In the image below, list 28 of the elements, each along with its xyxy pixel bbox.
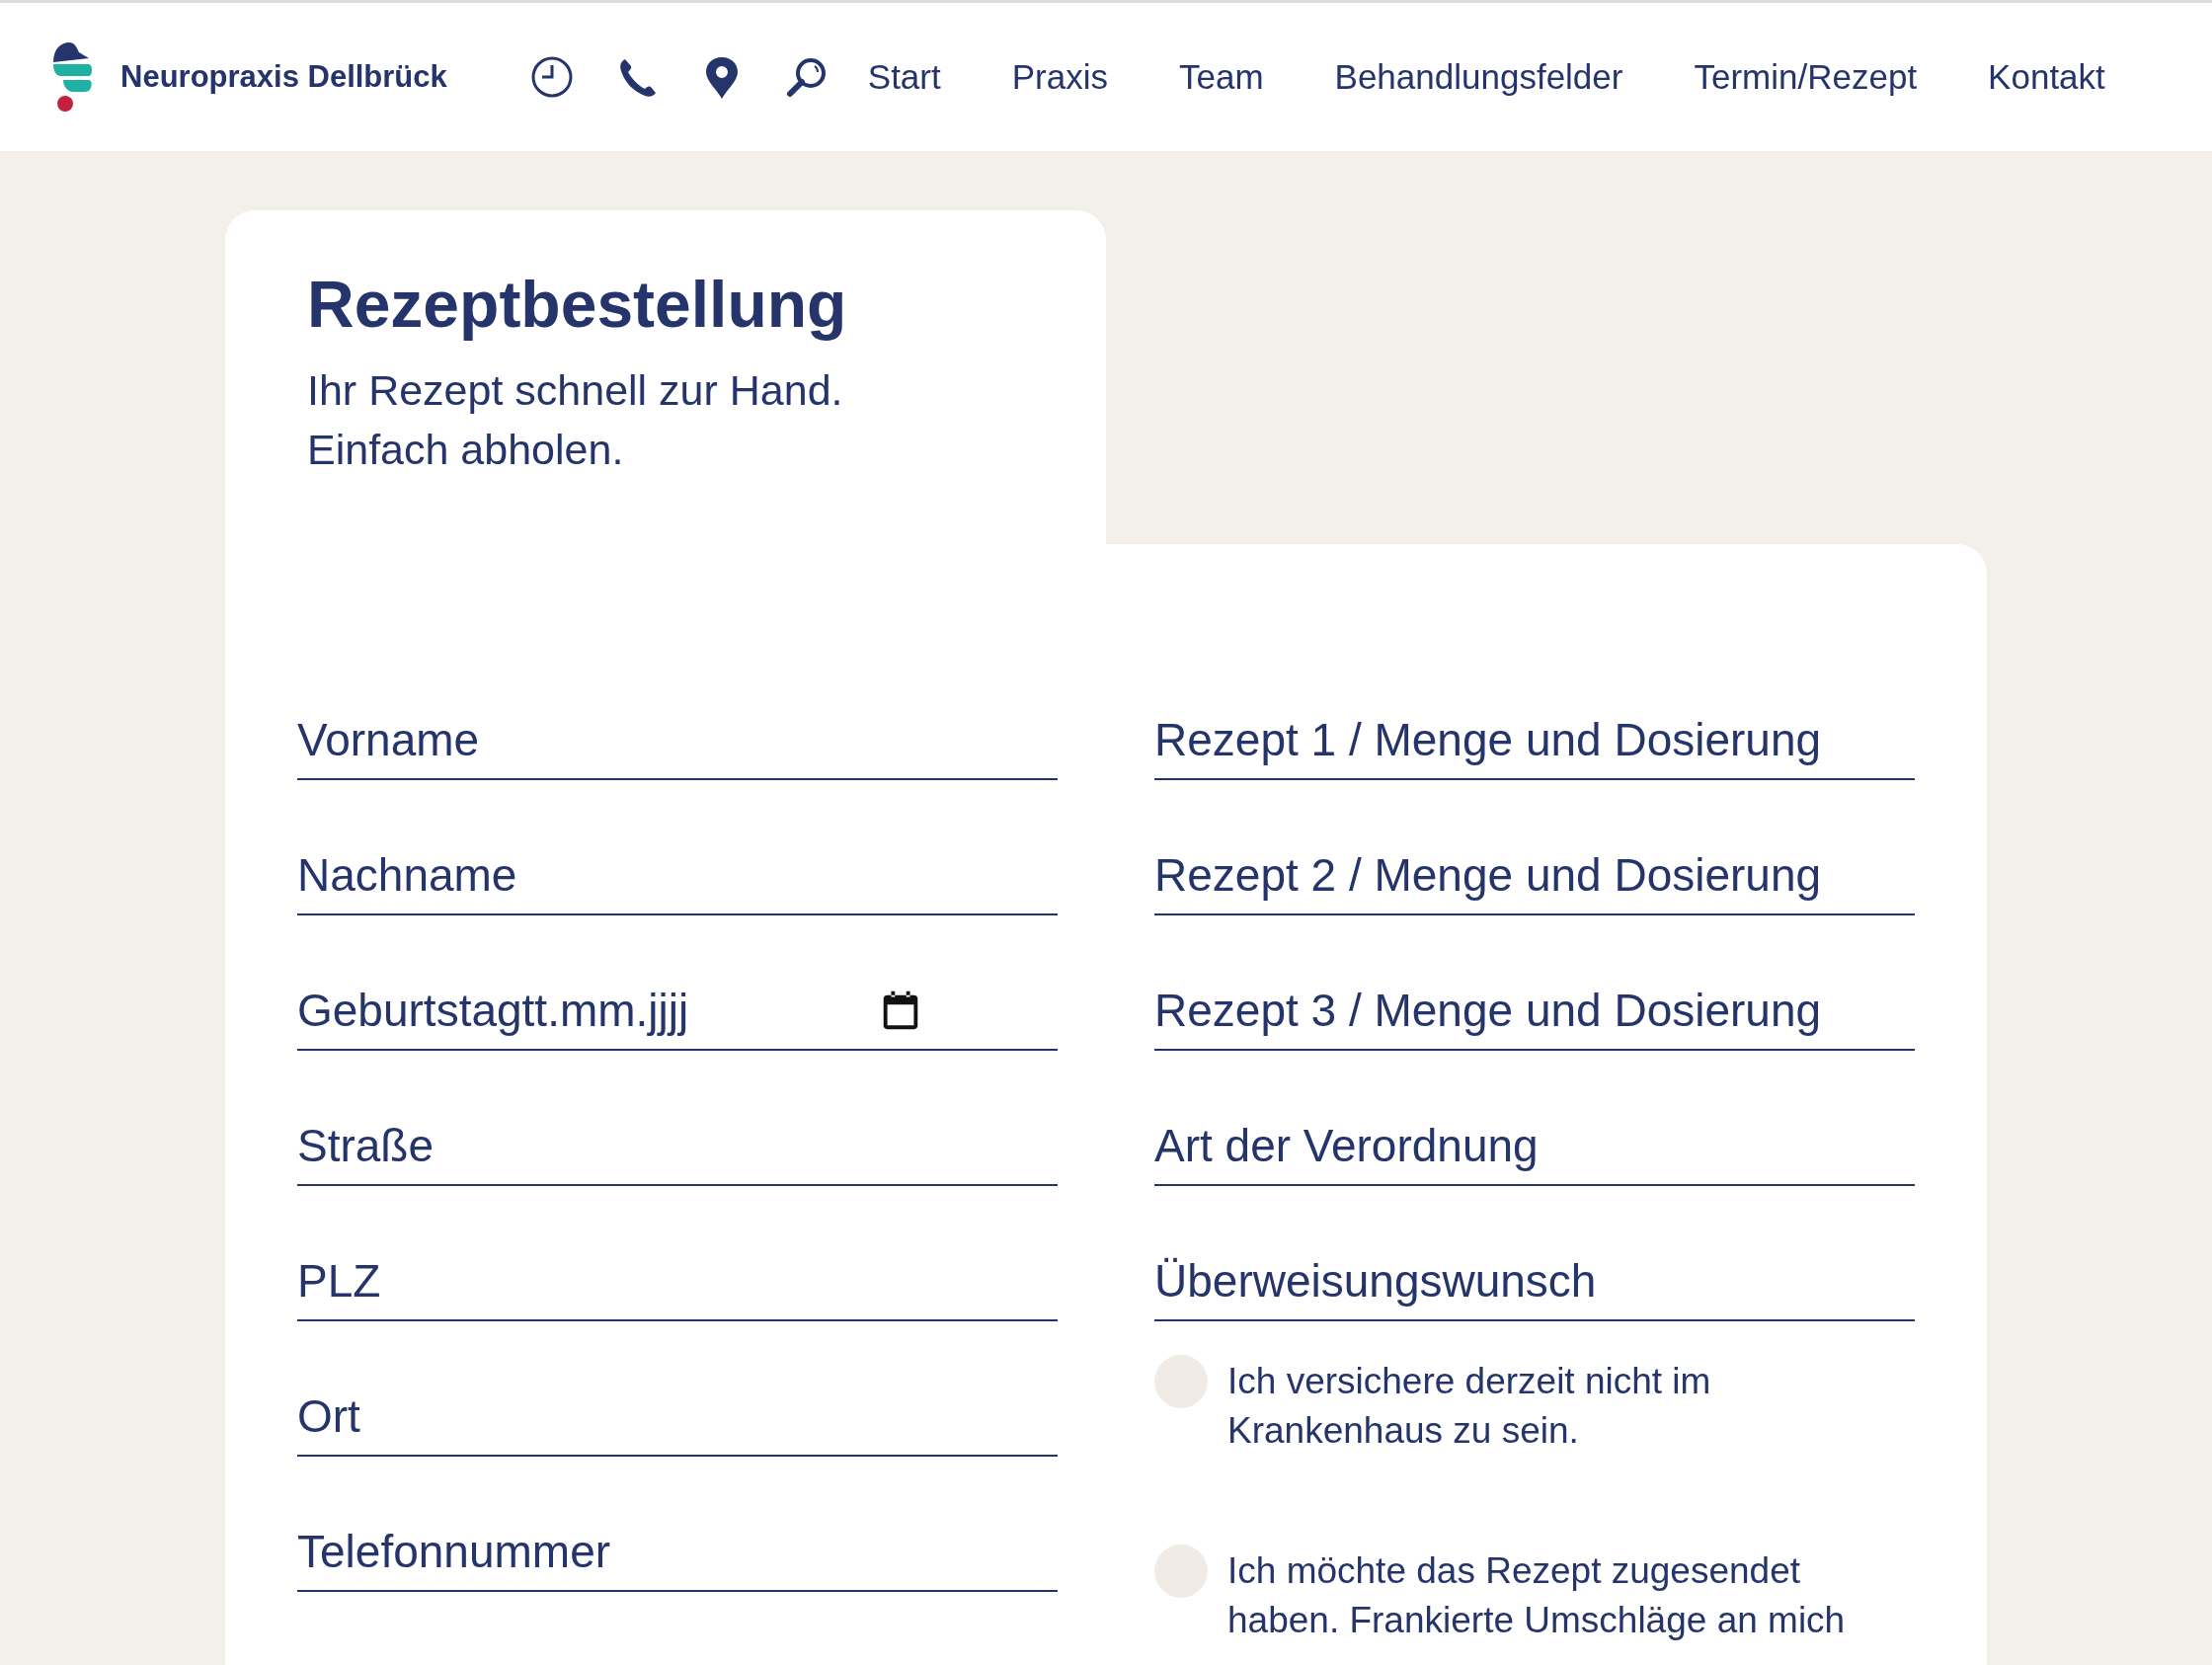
checkbox[interactable] (1154, 1545, 1208, 1598)
date-input[interactable]: tt.mm.jjjj (521, 984, 878, 1037)
input-field[interactable]: Rezept 3 / Menge und Dosierung (1154, 972, 1915, 1051)
field-label: Geburtstag (297, 984, 522, 1037)
checkbox-label: Ich möchte das Rezept zugesendet haben. Frankierte Umschläge an mich (1227, 1549, 1847, 1642)
site-name[interactable]: Neuropraxis Dellbrück (120, 59, 447, 95)
nav-link[interactable]: Kontakt (1988, 57, 2105, 97)
checkbox-label: Ich versichere derzeit nicht im Krankenhaus zu sein. (1227, 1360, 1712, 1453)
nav-link[interactable]: Behandlungsfelder (1334, 57, 1623, 97)
nav-link[interactable]: Termin/Rezept (1694, 57, 1918, 97)
input-field[interactable]: Rezept 2 / Menge und Dosierung (1154, 836, 1915, 915)
input-field[interactable]: Telefonnummer (297, 1513, 1058, 1592)
input-field[interactable]: Nachname (297, 836, 1058, 915)
nav-link[interactable]: Team (1178, 57, 1264, 97)
nav-link[interactable]: Praxis (1011, 57, 1108, 97)
input-field[interactable]: Vorname (297, 701, 1058, 780)
checkbox[interactable] (1154, 1355, 1208, 1408)
intro-text: Einfach abholen. (307, 425, 625, 475)
input-field[interactable]: Überweisungswunsch (1154, 1242, 1915, 1321)
search-icon[interactable] (784, 55, 829, 99)
input-field[interactable]: Ort (297, 1378, 1058, 1457)
clock-icon[interactable] (529, 55, 574, 99)
input-field[interactable]: Rezept 1 / Menge und Dosierung (1154, 701, 1915, 780)
input-field[interactable]: PLZ (297, 1242, 1058, 1321)
input-field[interactable]: Straße (297, 1107, 1058, 1186)
intro-text: Ihr Rezept schnell zur Hand. (307, 365, 844, 416)
nav-link[interactable]: Start (867, 57, 941, 97)
input-field[interactable]: Art der Verordnung (1154, 1107, 1915, 1186)
